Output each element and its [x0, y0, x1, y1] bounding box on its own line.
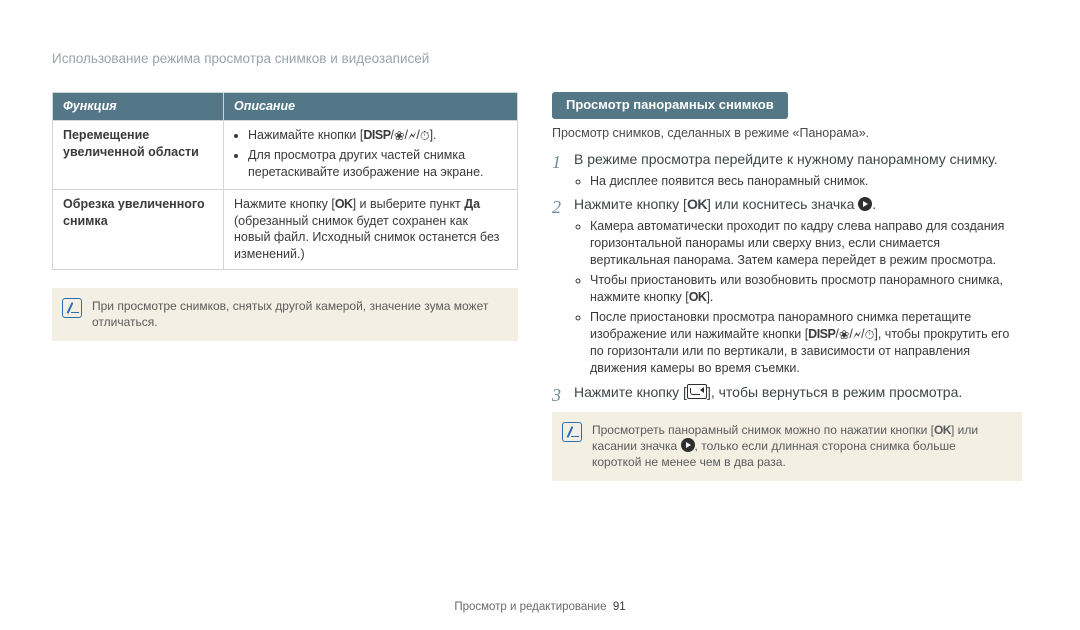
- page-footer: Просмотр и редактирование 91: [0, 600, 1080, 616]
- bullet: Для просмотра других частей снимка перет…: [248, 147, 507, 181]
- footer-section: Просмотр и редактирование: [454, 601, 606, 613]
- text: ] или коснитесь значка: [707, 196, 858, 212]
- text: ], чтобы вернуться в режим просмотра.: [707, 384, 962, 400]
- note-text: Просмотреть панорамный снимок можно по н…: [592, 422, 1008, 471]
- back-icon: [687, 384, 707, 399]
- text: Нажмите кнопку [: [574, 384, 687, 400]
- document-page: Использование режима просмотра снимков и…: [0, 0, 1080, 630]
- table-header-row: Функция Описание: [53, 93, 518, 121]
- bullet: После приостановки просмотра панорамного…: [590, 309, 1022, 378]
- steps-list: В режиме просмотра перейдите к нужному п…: [552, 150, 1022, 402]
- note-text: При просмотре снимков, снятых другой кам…: [92, 298, 504, 330]
- table-row: Перемещение увеличенной области Нажимайт…: [53, 121, 518, 190]
- ok-icon: OK: [934, 423, 951, 437]
- macro-icon: ❀: [839, 327, 849, 344]
- step-1-text: В режиме просмотра перейдите к нужному п…: [574, 151, 998, 167]
- bullet: На дисплее появится весь панорамный сним…: [590, 173, 1022, 190]
- bullet: Нажимайте кнопки [DISP/❀/🗲/⏱].: [248, 127, 507, 145]
- disp-icon: DISP: [363, 128, 390, 142]
- step-1: В режиме просмотра перейдите к нужному п…: [552, 150, 1022, 190]
- step-3: Нажмите кнопку [ ], чтобы вернуться в реж…: [552, 383, 1022, 402]
- bullet: Камера автоматически проходит по кадру с…: [590, 218, 1022, 269]
- function-table: Функция Описание Перемещение увеличенной…: [52, 92, 518, 270]
- macro-icon: ❀: [394, 128, 404, 145]
- breadcrumb: Использование режима просмотра снимков и…: [52, 50, 1032, 68]
- disp-icon: DISP: [808, 327, 835, 341]
- cell-desc-crop: Нажмите кнопку [OK] и выберите пункт Да …: [224, 189, 518, 270]
- bold-yes: Да: [464, 197, 480, 211]
- page-number: 91: [613, 601, 626, 613]
- ok-icon: OK: [687, 196, 707, 212]
- info-note: Просмотреть панорамный снимок можно по н…: [552, 412, 1022, 481]
- info-note: При просмотре снимков, снятых другой кам…: [52, 288, 518, 340]
- ok-icon: OK: [335, 197, 353, 211]
- right-column: Просмотр панорамных снимков Просмотр сни…: [552, 92, 1022, 480]
- play-icon: [681, 438, 695, 452]
- flash-icon: 🗲: [408, 128, 416, 145]
- cell-desc-move: Нажимайте кнопки [DISP/❀/🗲/⏱]. Для просм…: [224, 121, 518, 190]
- play-icon: [858, 197, 872, 211]
- th-function: Функция: [53, 93, 224, 121]
- text: .: [872, 196, 876, 212]
- note-icon: [562, 422, 582, 442]
- text: ] и выберите пункт: [353, 197, 465, 211]
- timer-icon: ⏱: [420, 128, 430, 145]
- left-column: Функция Описание Перемещение увеличенной…: [52, 92, 518, 480]
- text: Нажмите кнопку [: [574, 196, 687, 212]
- two-column-layout: Функция Описание Перемещение увеличенной…: [52, 92, 1032, 480]
- table-row: Обрезка увеличенного снимка Нажмите кноп…: [53, 189, 518, 270]
- section-heading: Просмотр панорамных снимков: [552, 92, 788, 119]
- ok-icon: OK: [689, 290, 707, 304]
- cell-label-move: Перемещение увеличенной области: [53, 121, 224, 190]
- flash-icon: 🗲: [853, 327, 861, 344]
- section-intro: Просмотр снимков, сделанных в режиме «Па…: [552, 125, 1022, 142]
- step-2: Нажмите кнопку [OK] или коснитесь значка…: [552, 195, 1022, 377]
- cell-label-crop: Обрезка увеличенного снимка: [53, 189, 224, 270]
- text: ].: [706, 290, 713, 304]
- th-description: Описание: [224, 93, 518, 121]
- text: (обрезанный снимок будет сохранен как но…: [234, 214, 499, 262]
- text: ].: [430, 128, 437, 142]
- bullet: Чтобы приостановить или возобновить прос…: [590, 272, 1022, 306]
- text: Нажимайте кнопки [: [248, 128, 363, 142]
- text: Чтобы приостановить или возобновить прос…: [590, 273, 1003, 304]
- text: Нажмите кнопку [: [234, 197, 335, 211]
- timer-icon: ⏱: [865, 327, 875, 344]
- text: Просмотреть панорамный снимок можно по н…: [592, 423, 934, 437]
- note-icon: [62, 298, 82, 318]
